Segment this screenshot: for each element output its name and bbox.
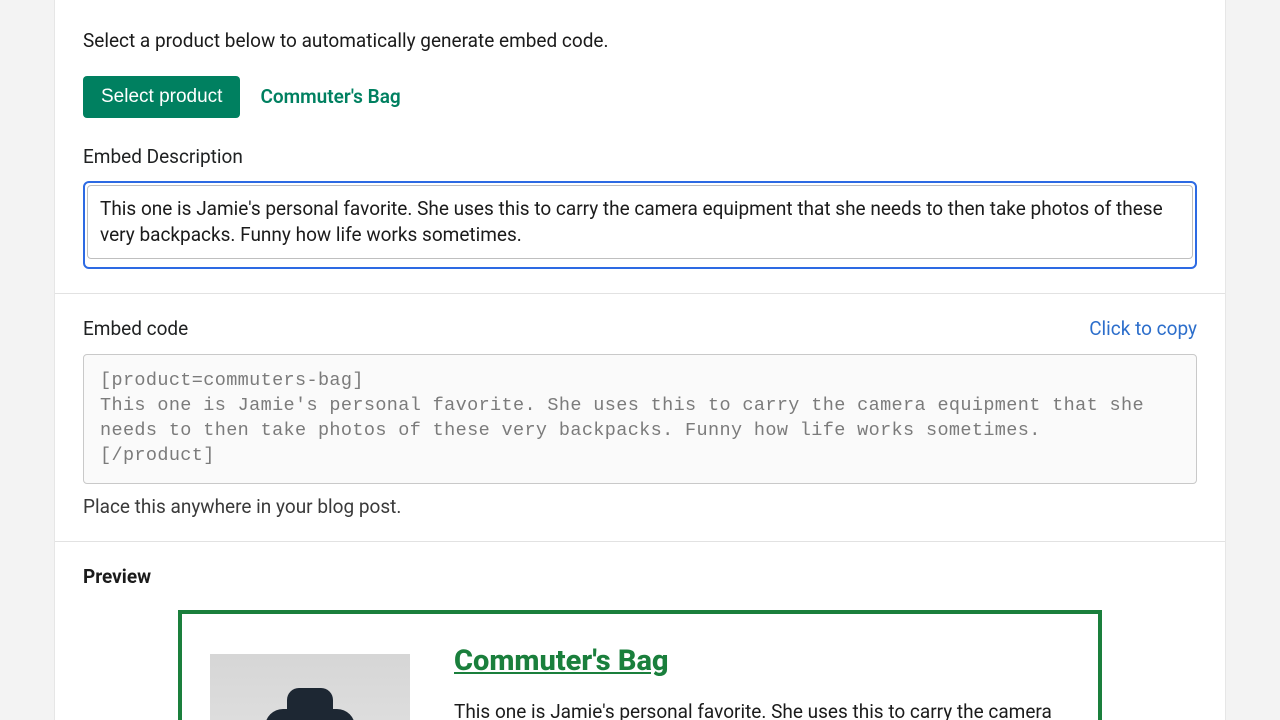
- preview-body: Commuter's Bag This one is Jamie's perso…: [454, 642, 1070, 720]
- embed-code-section: Embed code Click to copy [product=commut…: [83, 294, 1197, 541]
- selected-product-name: Commuter's Bag: [260, 84, 400, 110]
- intro-text: Select a product below to automatically …: [83, 0, 1197, 76]
- preview-heading: Preview: [83, 564, 1197, 590]
- product-row: Select product Commuter's Bag: [83, 76, 1197, 118]
- embed-description-focus-ring: [83, 181, 1197, 269]
- copy-code-button[interactable]: Click to copy: [1089, 317, 1197, 340]
- embed-code-label: Embed code: [83, 316, 188, 342]
- backpack-icon: [265, 709, 355, 720]
- preview-product-title-link[interactable]: Commuter's Bag: [454, 642, 669, 681]
- embed-code-help: Place this anywhere in your blog post.: [83, 494, 1197, 520]
- preview-product-description: This one is Jamie's personal favorite. S…: [454, 699, 1070, 720]
- preview-card: Commuter's Bag This one is Jamie's perso…: [178, 610, 1102, 720]
- page-shell: Select a product below to automatically …: [54, 0, 1226, 720]
- preview-section: Preview Commuter's Bag This one is Jamie…: [83, 542, 1197, 720]
- select-product-button[interactable]: Select product: [83, 76, 240, 118]
- embed-description-input[interactable]: [87, 185, 1193, 258]
- embed-description-label: Embed Description: [83, 144, 1197, 170]
- preview-product-image: [210, 654, 410, 720]
- embed-code-box[interactable]: [product=commuters-bag] This one is Jami…: [83, 354, 1197, 484]
